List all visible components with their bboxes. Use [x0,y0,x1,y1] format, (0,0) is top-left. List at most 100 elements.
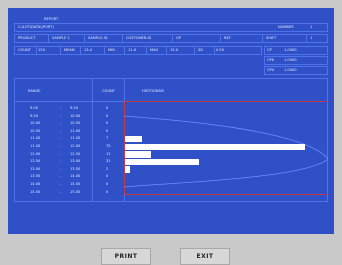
number-value: 1 [310,25,313,29]
range-from-cell: 12.50 [30,159,41,164]
range-dash: - [60,128,62,133]
range-from-cell: 9.00 [30,106,39,110]
range-dash: - [60,174,62,179]
range-dash: - [60,189,62,194]
stat-value: 1.0000 [284,68,297,72]
count-cell: 0 [106,189,109,194]
header-row-2-field: 1 [310,36,313,40]
count-cell: 0 [106,106,109,110]
stat-label: CPK [267,58,275,62]
count-cell: 0 [106,128,109,133]
header-row-2-field: SHIFT [266,36,277,40]
range-header: RANGE [28,89,41,93]
range-dash: - [60,166,62,171]
count-cell: 0 [106,121,109,126]
count-header: COUNT [102,89,115,93]
stat-value: 1.0000 [284,48,297,52]
header-row-3-divider [194,46,195,55]
number-label: NUMBER [278,25,294,29]
range-to-cell: 13.00 [70,159,81,164]
header-row-3-divider [124,46,125,55]
range-from-cell: 9.50 [30,113,39,118]
range-to-cell: 14.00 [70,174,81,179]
header-row-3-field: COUNT [18,48,31,52]
range-dash: - [60,121,62,126]
range-dash: - [60,159,62,164]
histogram-bar [125,158,200,166]
file-label: C:\LOT\DATA\(PORT) [18,25,54,29]
header-row-2-divider [220,34,221,43]
exit-button[interactable]: EXIT [180,248,230,265]
print-button[interactable]: PRINT [101,248,151,265]
range-dash: - [60,151,62,156]
range-to-cell: 11.00 [70,128,81,133]
range-to-cell: 10.00 [70,113,81,118]
range-to-cell: 10.50 [70,121,81,126]
range-from-cell: 13.50 [30,174,41,179]
header-row-3-field: MAX [150,48,159,52]
count-cell: 31 [106,159,111,164]
range-column-divider [92,78,93,202]
header-row-2-divider [262,34,263,43]
histogram-bar [125,135,142,143]
count-cell: 11 [106,151,111,156]
count-cell: 0 [106,113,109,118]
stat-label: CP [267,48,272,52]
range-to-cell: 12.00 [70,144,81,148]
header-row-2-divider [48,34,49,43]
header-row-2-field: SAMPLE 1 [52,36,70,40]
histogram-bar [125,166,130,173]
histogram-bottom-rule [124,194,328,195]
header-row-2-divider [172,34,173,43]
header-row-2-field: OP [176,36,181,40]
header-row-3-field: 11.6 [128,48,137,52]
header-row-3-divider [214,46,215,55]
range-to-cell: 9.50 [70,106,79,110]
count-cell: 0 [106,174,109,179]
header-row-3-field: MIN [108,48,115,52]
header-row-3-field: 13.4 [84,48,93,52]
header-row-3-divider [60,46,61,55]
count-cell: 2 [106,166,109,171]
range-from-cell: 10.50 [30,128,41,133]
header-row-2-field: SAMPLE-ID [88,36,108,40]
header-row-2-divider [122,34,123,43]
range-dash: - [60,113,62,118]
range-from-cell: 11.00 [30,136,41,141]
header-row-2-divider [306,34,307,43]
histogram-bar [125,151,152,158]
header-row-3-divider [166,46,167,55]
header-row-3-field: MEAN [64,48,75,52]
range-from-cell: 14.00 [30,182,41,186]
count-cell: 75 [106,144,111,148]
range-dash: - [60,182,62,186]
range-from-cell: 14.50 [30,189,41,194]
histogram-bar [125,143,305,150]
header-row-3-divider [104,46,105,55]
stat-label: CPU [267,68,275,72]
header-row-2-field: REF [224,36,231,40]
header-row-3 [14,46,262,55]
range-to-cell: 12.50 [70,151,81,156]
range-dash: - [60,144,62,148]
report-panel: REPORT C:\LOT\DATA\(PORT) NUMBER 1 RANGE… [8,8,334,234]
header-row-2-field: CUSTOMER-ID [126,36,152,40]
header-row-3-divider [36,46,37,55]
range-to-cell: 11.50 [70,136,81,141]
range-from-cell: 10.00 [30,121,41,126]
header-row-3-divider [80,46,81,55]
range-from-cell: 13.00 [30,166,41,171]
header-row-3-field: SD [198,48,204,52]
range-dash: - [60,106,62,110]
count-cell: 7 [106,136,109,141]
header-row-3-field: 150 [38,48,45,52]
header-row-2-field: PRODUCT [18,36,36,40]
header-row-3-field: 15.0 [170,48,179,52]
histogram-header: HISTOGRAM [142,89,164,93]
header-row-3-field: 0.50 [216,48,225,52]
stat-value: 1.0000 [284,58,297,62]
count-cell: 0 [106,182,109,186]
window-title: REPORT [44,17,59,21]
range-to-cell: 14.50 [70,182,81,186]
header-row-2-divider [84,34,85,43]
